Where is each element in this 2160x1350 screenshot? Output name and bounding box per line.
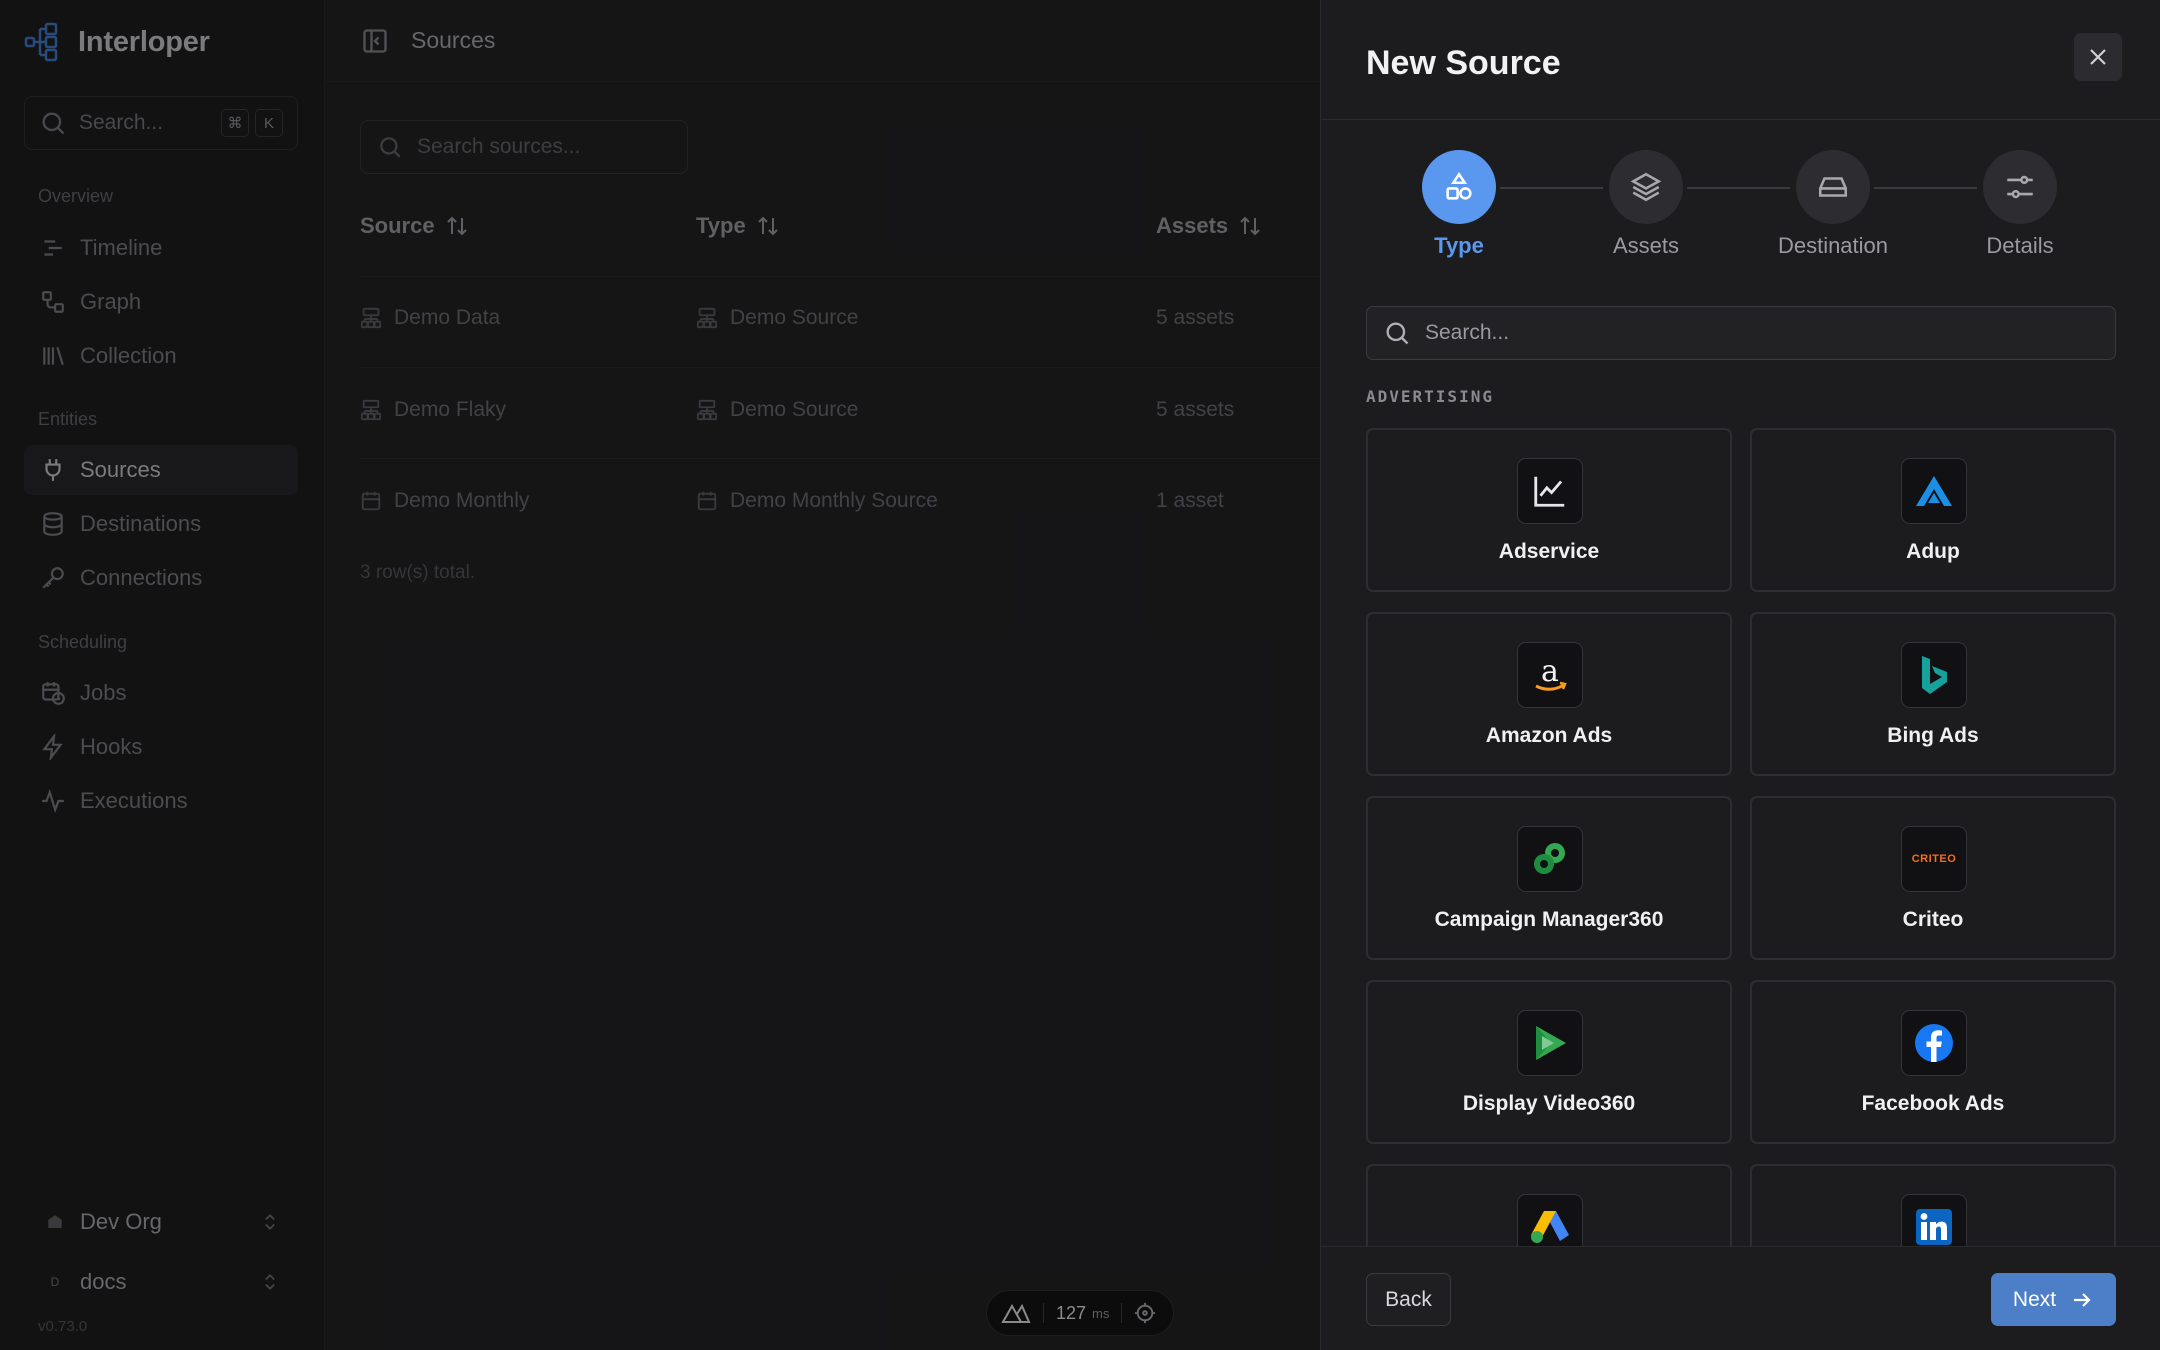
close-icon — [2090, 49, 2106, 65]
next-button-label: Next — [2012, 1287, 2057, 1311]
source-card-adservice[interactable]: Adservice — [1366, 428, 1732, 592]
google-ads-logo-icon — [1517, 1194, 1583, 1246]
back-button[interactable]: Back — [1366, 1273, 1451, 1326]
source-card-google-ads[interactable] — [1366, 1164, 1732, 1246]
step-circle — [1422, 150, 1496, 224]
source-card-name: Campaign Manager360 — [1434, 908, 1664, 931]
step-assets[interactable]: Assets — [1571, 150, 1721, 259]
search-icon — [1386, 322, 1409, 345]
step-destination[interactable]: Destination — [1758, 150, 1908, 259]
display-video-logo-icon — [1517, 1010, 1583, 1076]
source-card-name: Amazon Ads — [1485, 724, 1613, 747]
step-label: Type — [1434, 233, 1484, 258]
layers-icon — [1630, 172, 1662, 202]
arrow-right-icon — [2074, 1292, 2091, 1307]
criteo-logo-text: CRITEO — [1911, 853, 1957, 865]
source-card-name: Criteo — [1902, 908, 1964, 931]
step-circle — [1983, 150, 2057, 224]
source-card-bing-ads[interactable]: Bing Ads — [1750, 612, 2116, 776]
source-card-name: Bing Ads — [1887, 724, 1979, 747]
step-circle — [1796, 150, 1870, 224]
source-card-name: Adup — [1906, 540, 1960, 563]
hard-drive-icon — [1818, 177, 1848, 197]
new-source-panel: New Source Type Assets Destination Detai… — [1320, 0, 2160, 1350]
amazon-logo-icon: a — [1517, 642, 1583, 708]
adup-logo-icon — [1901, 458, 1967, 524]
panel-header: New Source — [1321, 0, 2160, 120]
source-card-adup[interactable]: Adup — [1750, 428, 2116, 592]
source-card-name: Facebook Ads — [1861, 1092, 2005, 1115]
source-card-amazon-ads[interactable]: a Amazon Ads — [1366, 612, 1732, 776]
stepper: Type Assets Destination Details — [1321, 150, 2160, 270]
source-card-criteo[interactable]: CRITEO Criteo — [1750, 796, 2116, 960]
step-label: Destination — [1777, 233, 1889, 258]
facebook-logo-icon — [1901, 1010, 1967, 1076]
source-card-name: Adservice — [1498, 540, 1600, 563]
search-placeholder: Search... — [1425, 321, 1510, 344]
step-circle — [1609, 150, 1683, 224]
bing-logo-icon — [1901, 642, 1967, 708]
source-type-grid: Adservice Adup a Amazon Ads Bing Ads Cam… — [1366, 428, 2116, 1246]
step-label: Details — [1986, 233, 2054, 258]
source-card-campaign-manager360[interactable]: Campaign Manager360 — [1366, 796, 1732, 960]
source-card-name: Display Video360 — [1462, 1092, 1636, 1115]
step-type[interactable]: Type — [1384, 150, 1534, 259]
shapes-icon — [1446, 171, 1472, 200]
source-card-facebook-ads[interactable]: Facebook Ads — [1750, 980, 2116, 1144]
svg-text:a: a — [1541, 654, 1559, 689]
close-button[interactable] — [2074, 33, 2122, 81]
step-details[interactable]: Details — [1945, 150, 2095, 259]
next-button[interactable]: Next — [1991, 1273, 2116, 1326]
source-card-linkedin[interactable] — [1750, 1164, 2116, 1246]
source-type-search-input[interactable]: Search... — [1366, 306, 2116, 360]
category-heading: ADVERTISING — [1366, 387, 1494, 406]
modal-backdrop[interactable] — [0, 0, 1320, 1350]
criteo-logo-icon: CRITEO — [1901, 826, 1967, 892]
source-card-display-video360[interactable]: Display Video360 — [1366, 980, 1732, 1144]
linkedin-logo-icon — [1901, 1194, 1967, 1246]
sliders-icon — [2007, 175, 2033, 199]
panel-footer: Back Next — [1321, 1246, 2160, 1350]
campaign-manager-logo-icon — [1517, 826, 1583, 892]
line-chart-icon — [1517, 458, 1583, 524]
step-label: Assets — [1612, 233, 1680, 258]
panel-title: New Source — [1366, 44, 1561, 82]
